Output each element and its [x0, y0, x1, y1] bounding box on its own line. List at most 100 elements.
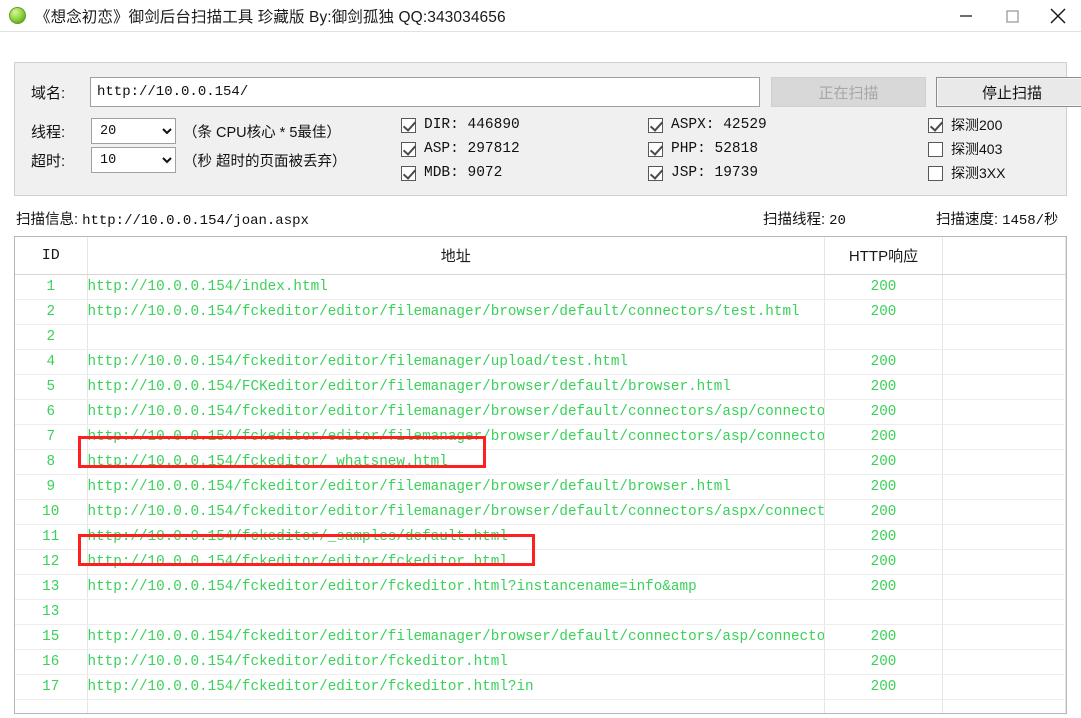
row-filler [942, 624, 1066, 650]
row-url[interactable]: http://10.0.0.154/FCKeditor/editor/filem… [87, 374, 825, 400]
header-filler [942, 237, 1066, 275]
app-logo-icon [9, 7, 26, 24]
row-id: 12 [15, 549, 88, 575]
row-id: 13 [15, 574, 88, 600]
row-url[interactable] [87, 324, 825, 350]
close-icon [1050, 8, 1066, 24]
table-row[interactable]: 6 http://10.0.0.154/fckeditor/editor/file… [15, 399, 1066, 425]
table-row[interactable]: 10 http://10.0.0.154/fckeditor/editor/fil… [15, 499, 1066, 525]
table-row[interactable]: 12 http://10.0.0.154/fckeditor/editor/fck… [15, 549, 1066, 575]
results-table-container[interactable]: ID 地址 HTTP响应 1 http://10.0.0.154/index.ht… [14, 236, 1067, 714]
table-body: 1 http://10.0.0.154/index.html 200 2 http://… [15, 274, 1066, 713]
row-url[interactable]: http://10.0.0.154/fckeditor/editor/fcked… [87, 674, 825, 700]
checkbox-jsp-box[interactable] [648, 165, 663, 181]
row-url[interactable]: http://10.0.0.154/fckeditor/_whatsnew.ht… [87, 449, 825, 475]
minimize-button[interactable] [943, 0, 989, 32]
thread-select[interactable]: 20 [91, 118, 176, 144]
checkbox-probe-403-box[interactable] [928, 141, 943, 157]
row-url[interactable]: http://10.0.0.154/index.html [87, 274, 825, 300]
row-url[interactable]: http://10.0.0.154/fckeditor/editor/filem… [87, 299, 825, 325]
checkbox-php[interactable]: PHP: 52818 [648, 137, 767, 161]
row-filler [942, 399, 1066, 425]
table-row[interactable] [15, 699, 1066, 713]
table-row[interactable]: 16 http://10.0.0.154/fckeditor/editor/fck… [15, 649, 1066, 675]
row-filler [942, 349, 1066, 375]
table-row[interactable]: 1 http://10.0.0.154/index.html 200 [15, 274, 1066, 300]
checkbox-php-label: PHP: 52818 [671, 141, 759, 157]
header-address[interactable]: 地址 [87, 237, 825, 275]
row-url[interactable]: http://10.0.0.154/fckeditor/_samples/def… [87, 524, 825, 550]
row-url[interactable] [87, 599, 825, 625]
table-row[interactable]: 5 http://10.0.0.154/FCKeditor/editor/file… [15, 374, 1066, 400]
checkbox-dir[interactable]: DIR: 446890 [401, 113, 520, 137]
checkbox-mdb[interactable]: MDB: 9072 [401, 161, 520, 185]
row-url[interactable]: http://10.0.0.154/fckeditor/editor/fcked… [87, 549, 825, 575]
checkbox-php-box[interactable] [648, 141, 663, 157]
table-row[interactable]: 15 http://10.0.0.154/fckeditor/editor/fil… [15, 624, 1066, 650]
header-response[interactable]: HTTP响应 [824, 237, 943, 275]
checkbox-probe-200-box[interactable] [928, 117, 943, 133]
checkbox-probe-3xx[interactable]: 探测3XX [928, 161, 1005, 185]
scanning-button[interactable]: 正在扫描 [771, 77, 926, 107]
row-response-code [824, 324, 943, 350]
checkbox-asp-box[interactable] [401, 141, 416, 157]
row-url[interactable]: http://10.0.0.154/fckeditor/editor/filem… [87, 424, 825, 450]
domain-input[interactable] [90, 77, 760, 107]
row-response-code: 200 [824, 349, 943, 375]
results-table: ID 地址 HTTP响应 1 http://10.0.0.154/index.ht… [15, 237, 1066, 713]
maximize-button[interactable] [989, 0, 1035, 32]
row-url[interactable]: http://10.0.0.154/fckeditor/editor/filem… [87, 399, 825, 425]
row-response-code: 200 [824, 399, 943, 425]
row-filler [942, 274, 1066, 300]
checkbox-jsp[interactable]: JSP: 19739 [648, 161, 767, 185]
checkbox-probe-200[interactable]: 探测200 [928, 113, 1005, 137]
row-id: 10 [15, 499, 88, 525]
checkbox-aspx-box[interactable] [648, 117, 663, 133]
table-row[interactable]: 13 http://10.0.0.154/fckeditor/editor/fck… [15, 574, 1066, 600]
row-url[interactable]: http://10.0.0.154/fckeditor/editor/filem… [87, 349, 825, 375]
window-title: 《想念初恋》御剑后台扫描工具 珍藏版 By:御剑孤独 QQ:343034656 [35, 8, 506, 26]
table-row[interactable]: 4 http://10.0.0.154/fckeditor/editor/file… [15, 349, 1066, 375]
scan-info-label: 扫描信息: [16, 212, 79, 228]
table-row[interactable]: 17 http://10.0.0.154/fckeditor/editor/fck… [15, 674, 1066, 700]
scan-threads-value: 20 [829, 213, 846, 229]
checkbox-asp[interactable]: ASP: 297812 [401, 137, 520, 161]
row-url[interactable]: http://10.0.0.154/fckeditor/editor/fcked… [87, 574, 825, 600]
scan-speed: 扫描速度: 1458/秒 [936, 208, 1058, 229]
row-id: 9 [15, 474, 88, 500]
row-url[interactable]: http://10.0.0.154/fckeditor/editor/filem… [87, 499, 825, 525]
checkbox-probe-403[interactable]: 探测403 [928, 137, 1005, 161]
row-url[interactable]: http://10.0.0.154/fckeditor/editor/fcked… [87, 649, 825, 675]
checkbox-dir-box[interactable] [401, 117, 416, 133]
table-row[interactable]: 13 [15, 599, 1066, 625]
stop-scan-button[interactable]: 停止扫描 [936, 77, 1081, 107]
row-url[interactable]: http://10.0.0.154/fckeditor/editor/filem… [87, 624, 825, 650]
timeout-label: 超时: [31, 153, 66, 170]
checkbox-probe-3xx-box[interactable] [928, 165, 943, 181]
checkbox-probe-3xx-label: 探测3XX [951, 165, 1006, 181]
checkbox-mdb-label: MDB: 9072 [424, 165, 503, 181]
checkbox-aspx[interactable]: ASPX: 42529 [648, 113, 767, 137]
scan-threads: 扫描线程: 20 [763, 208, 846, 229]
table-row[interactable]: 9 http://10.0.0.154/fckeditor/editor/file… [15, 474, 1066, 500]
checkbox-mdb-box[interactable] [401, 165, 416, 181]
table-row[interactable]: 2 http://10.0.0.154/fckeditor/editor/file… [15, 299, 1066, 325]
table-row[interactable]: 7 http://10.0.0.154/fckeditor/editor/file… [15, 424, 1066, 450]
row-id: 7 [15, 424, 88, 450]
row-response-code: 200 [824, 499, 943, 525]
row-url[interactable]: http://10.0.0.154/fckeditor/editor/filem… [87, 474, 825, 500]
table-row[interactable]: 8 http://10.0.0.154/fckeditor/_whatsnew.h… [15, 449, 1066, 475]
row-filler [942, 299, 1066, 325]
row-response-code: 200 [824, 274, 943, 300]
checkbox-dir-label: DIR: 446890 [424, 117, 520, 133]
table-row[interactable]: 2 [15, 324, 1066, 350]
close-button[interactable] [1035, 0, 1081, 32]
header-id[interactable]: ID [15, 237, 88, 275]
row-url[interactable] [87, 699, 825, 713]
row-response-code: 200 [824, 649, 943, 675]
scan-speed-value: 1458/秒 [1002, 213, 1059, 229]
timeout-select[interactable]: 10 [91, 147, 176, 173]
table-row[interactable]: 11 http://10.0.0.154/fckeditor/_samples/d… [15, 524, 1066, 550]
maximize-icon [1006, 10, 1019, 23]
row-response-code: 200 [824, 374, 943, 400]
